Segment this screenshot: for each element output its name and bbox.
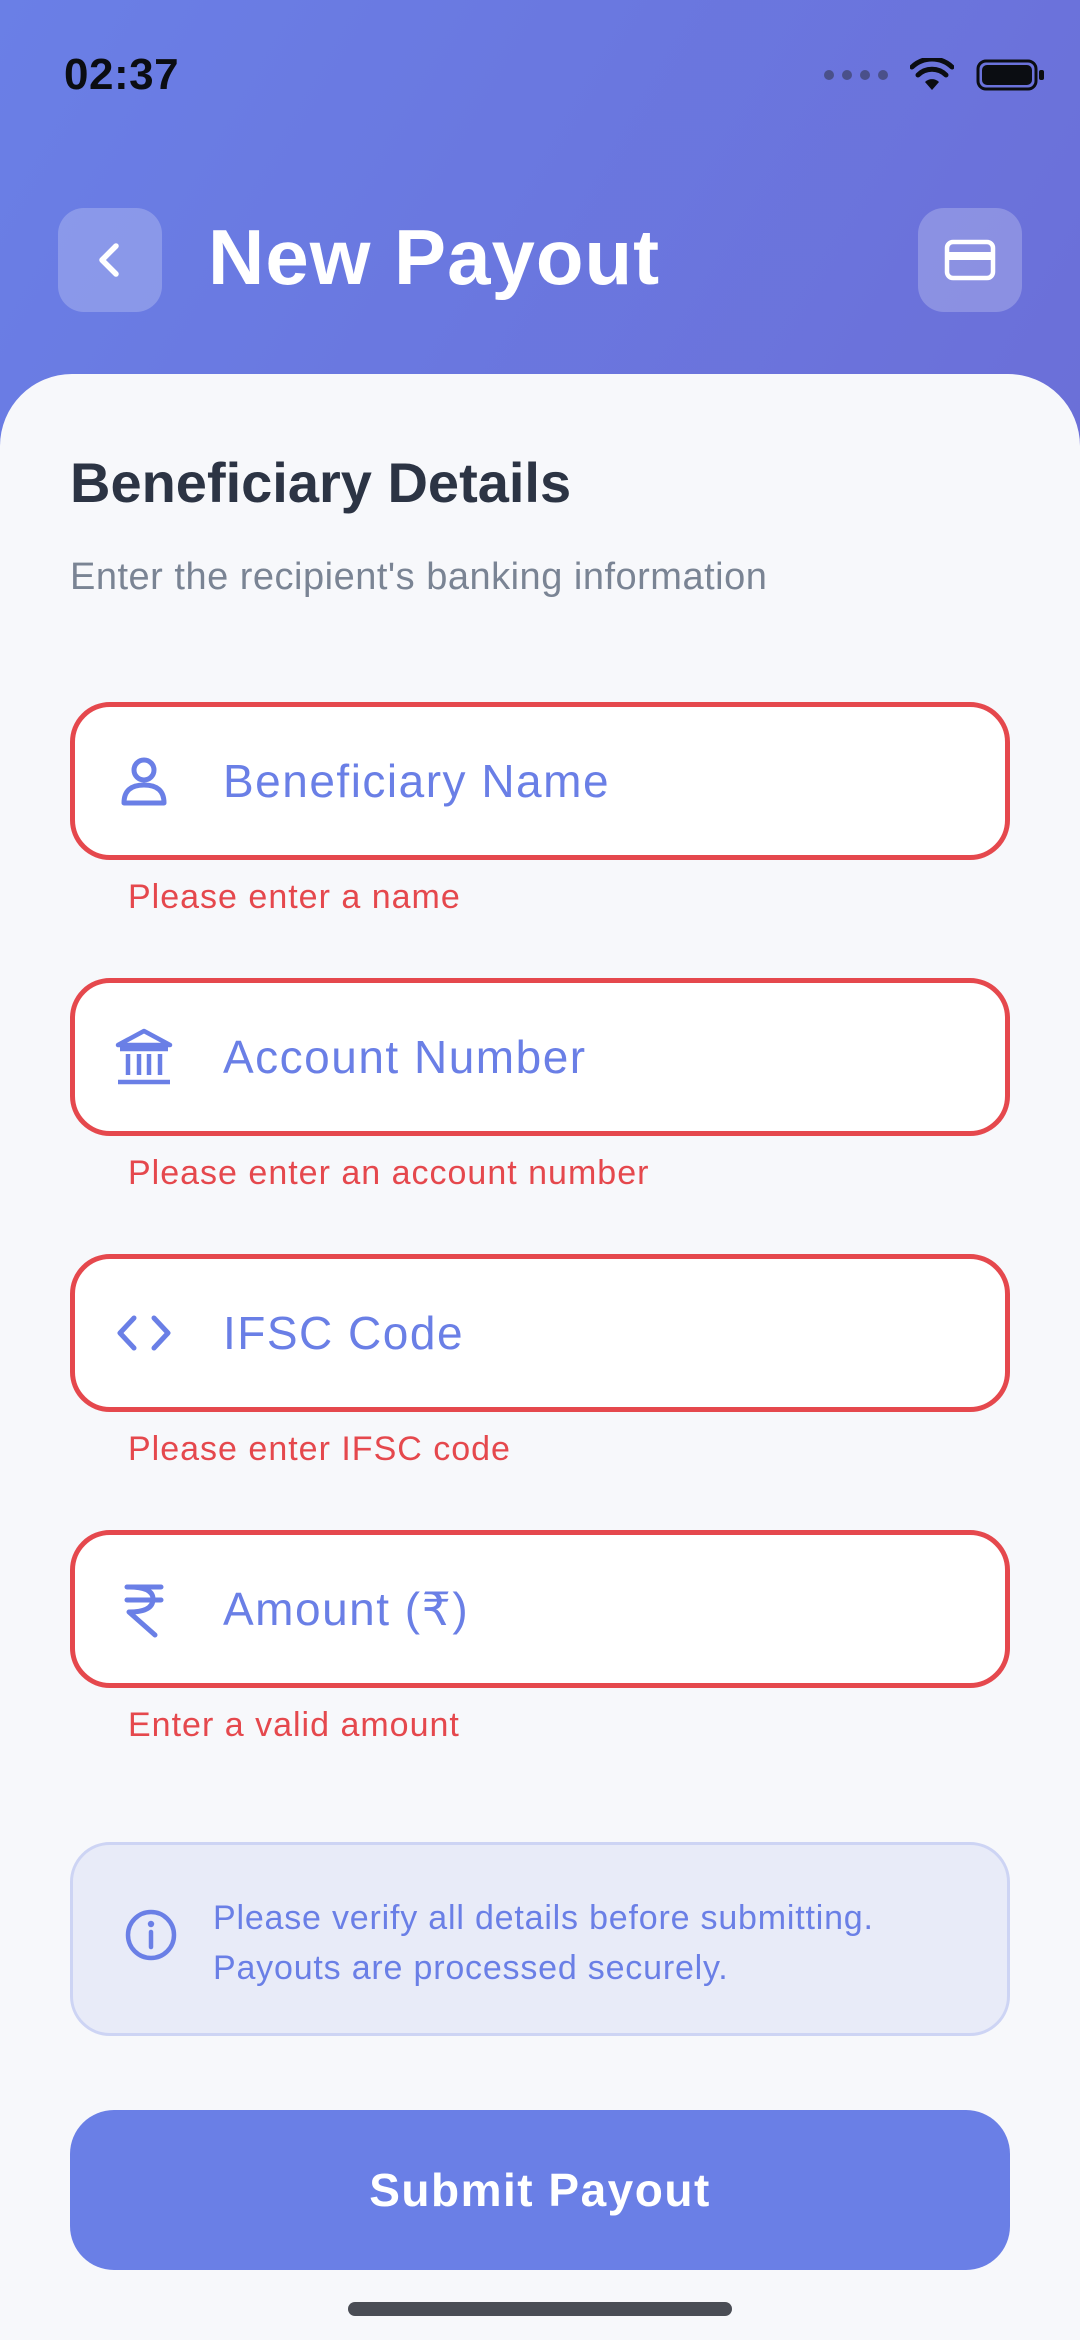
wifi-icon bbox=[910, 58, 954, 90]
status-icons bbox=[824, 58, 1046, 92]
bank-icon bbox=[109, 1022, 179, 1092]
amount-error: Enter a valid amount bbox=[128, 1706, 460, 1744]
account-number-error: Please enter an account number bbox=[128, 1154, 650, 1192]
person-icon bbox=[109, 746, 179, 816]
amount-field[interactable] bbox=[70, 1530, 1010, 1688]
ifsc-code-input[interactable] bbox=[223, 1259, 983, 1407]
section-subtitle: Enter the recipient's banking informatio… bbox=[70, 556, 768, 598]
amount-input[interactable] bbox=[223, 1535, 983, 1683]
ifsc-code-field[interactable] bbox=[70, 1254, 1010, 1412]
code-icon bbox=[109, 1298, 179, 1368]
battery-icon bbox=[976, 59, 1044, 91]
section-title: Beneficiary Details bbox=[70, 451, 572, 514]
account-number-input[interactable] bbox=[223, 983, 983, 1131]
info-icon bbox=[125, 1909, 177, 1961]
info-text: Please verify all details before submitt… bbox=[213, 1893, 993, 1993]
back-button[interactable] bbox=[58, 208, 162, 312]
info-notice: Please verify all details before submitt… bbox=[70, 1842, 1010, 2036]
info-line-2: Payouts are processed securely. bbox=[213, 1949, 729, 1987]
beneficiary-name-error: Please enter a name bbox=[128, 878, 461, 916]
cellular-dots-icon bbox=[824, 70, 888, 80]
page-title: New Payout bbox=[208, 213, 661, 301]
rupee-icon bbox=[109, 1574, 179, 1644]
home-indicator bbox=[348, 2302, 732, 2316]
card-button[interactable] bbox=[918, 208, 1022, 312]
submit-payout-button[interactable]: Submit Payout bbox=[70, 2110, 1010, 2270]
account-number-field[interactable] bbox=[70, 978, 1010, 1136]
ifsc-code-error: Please enter IFSC code bbox=[128, 1430, 511, 1468]
beneficiary-name-field[interactable] bbox=[70, 702, 1010, 860]
chevron-left-icon bbox=[99, 243, 119, 277]
credit-card-icon bbox=[944, 239, 996, 281]
beneficiary-name-input[interactable] bbox=[223, 707, 983, 855]
status-time: 02:37 bbox=[64, 50, 180, 99]
info-line-1: Please verify all details before submitt… bbox=[213, 1899, 874, 1937]
